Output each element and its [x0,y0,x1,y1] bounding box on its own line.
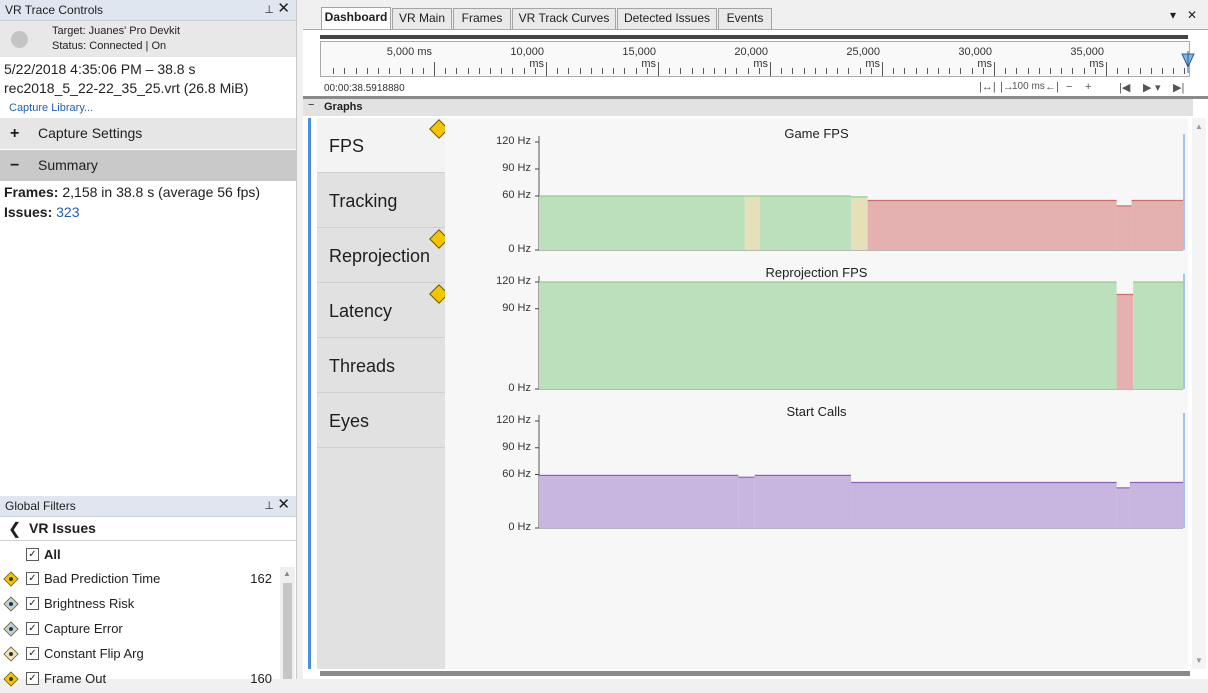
filter-count: 162 [250,571,272,586]
graphs-scrollbar[interactable]: ▲ ▼ [1192,118,1206,669]
capture-time: 5/22/2018 4:35:06 PM – 38.8 s [4,61,196,77]
filters-scrollbar[interactable]: ▲ [280,567,295,679]
filter-row[interactable]: ✓ Capture Error [0,618,280,643]
capture-file: rec2018_5_22-22_35_25.vrt (26.8 MiB) [4,80,249,96]
area-segment [754,475,852,528]
back-icon[interactable]: ❮ [8,519,21,539]
tab-frames[interactable]: Frames [453,8,511,29]
issues-summary: Issues: 323 [4,204,80,220]
vr-trace-controls-panel: VR Trace Controls ⊥ ✕ Target: Juanes' Pr… [0,0,297,687]
expand-icon: + [10,125,20,142]
tab-detected-issues[interactable]: Detected Issues [617,8,717,29]
global-filters-titlebar: Global Filters ⊥ ✕ [0,496,296,517]
warning-eye-icon [3,571,19,587]
capture-eye-icon [3,621,19,637]
issues-value[interactable]: 323 [56,204,79,220]
area-segment [851,482,1117,528]
document-tab-strip: Dashboard VR Main Frames VR Track Curves Det… [303,0,1208,30]
area-segment [539,475,739,528]
area-segment [1116,487,1130,528]
filter-row[interactable]: ✓ Constant Flip Arg [0,643,280,668]
all-label: All [44,547,61,562]
frames-summary: Frames: 2,158 in 38.8 s (average 56 fps) [4,184,260,200]
capture-settings-section[interactable]: + Capture Settings [0,118,296,149]
connection-status-icon [11,31,28,48]
filter-checkbox[interactable]: ✓ [26,572,39,585]
scroll-up-icon[interactable]: ▲ [1195,122,1203,131]
tab-events[interactable]: Events [718,8,772,29]
scroll-down-icon[interactable]: ▼ [1195,656,1203,665]
tab-vr-main[interactable]: VR Main [392,8,452,29]
graphs-horizontal-scrollbar[interactable] [320,671,1190,676]
scroll-thumb[interactable] [283,583,292,679]
filter-checkbox[interactable]: ✓ [26,647,39,660]
summary-label: Summary [38,157,98,173]
filter-label: Constant Flip Arg [44,646,144,661]
area-segment [738,477,755,528]
filter-checkbox[interactable]: ✓ [26,597,39,610]
close-icon[interactable]: ✕ [277,495,290,515]
status-label: Status: Connected | On [52,40,167,52]
close-tab-icon[interactable]: ✕ [1187,8,1197,22]
filter-row[interactable]: ✓ Frame Out 160 [0,668,280,693]
frames-label: Frames: [4,184,59,200]
capture-library-link[interactable]: Capture Library... [9,102,93,114]
filter-all-row[interactable]: ✓ All [0,544,280,569]
tab-dropdown-icon[interactable]: ▾ [1170,8,1176,22]
target-box: Target: Juanes' Pro Devkit Status: Conne… [0,21,296,57]
area-segment [1129,482,1183,528]
dashboard-view: 5,000 ms 10,000 ms 15,000 ms 20,000 ms 25,00… [303,30,1208,679]
filter-label: Capture Error [44,621,123,636]
filter-row[interactable]: ✓ Brightness Risk [0,593,280,618]
filter-label: Brightness Risk [44,596,135,611]
trace-controls-title: VR Trace Controls [5,3,104,17]
pin-icon[interactable]: ⊥ [264,496,274,516]
filter-label: Bad Prediction Time [44,571,161,586]
summary-section[interactable]: − Summary [0,150,296,181]
tab-dashboard[interactable]: Dashboard [321,7,391,29]
issues-label: Issues: [4,204,53,220]
vr-issues-header: ❮ VR Issues [0,518,296,541]
flip-eye-icon [3,646,19,662]
capture-settings-label: Capture Settings [38,125,143,141]
scroll-up-icon[interactable]: ▲ [283,569,291,578]
pin-icon[interactable]: ⊥ [264,0,274,20]
trace-controls-titlebar: VR Trace Controls ⊥ ✕ [0,0,296,21]
tab-vr-track-curves[interactable]: VR Track Curves [512,8,616,29]
close-icon[interactable]: ✕ [277,0,290,19]
filter-checkbox[interactable]: ✓ [26,622,39,635]
global-filters-title: Global Filters [5,499,76,513]
vr-issues-title: VR Issues [29,520,96,536]
collapse-icon: − [10,157,20,174]
brightness-eye-icon [3,596,19,612]
chart-2 [535,413,1185,529]
all-checkbox[interactable]: ✓ [26,548,39,561]
warning-eye-icon [3,671,19,687]
frames-value: 2,158 in 38.8 s (average 56 fps) [62,184,261,200]
target-label: Target: Juanes' Pro Devkit [52,25,181,37]
filter-row[interactable]: ✓ Bad Prediction Time 162 [0,568,280,593]
